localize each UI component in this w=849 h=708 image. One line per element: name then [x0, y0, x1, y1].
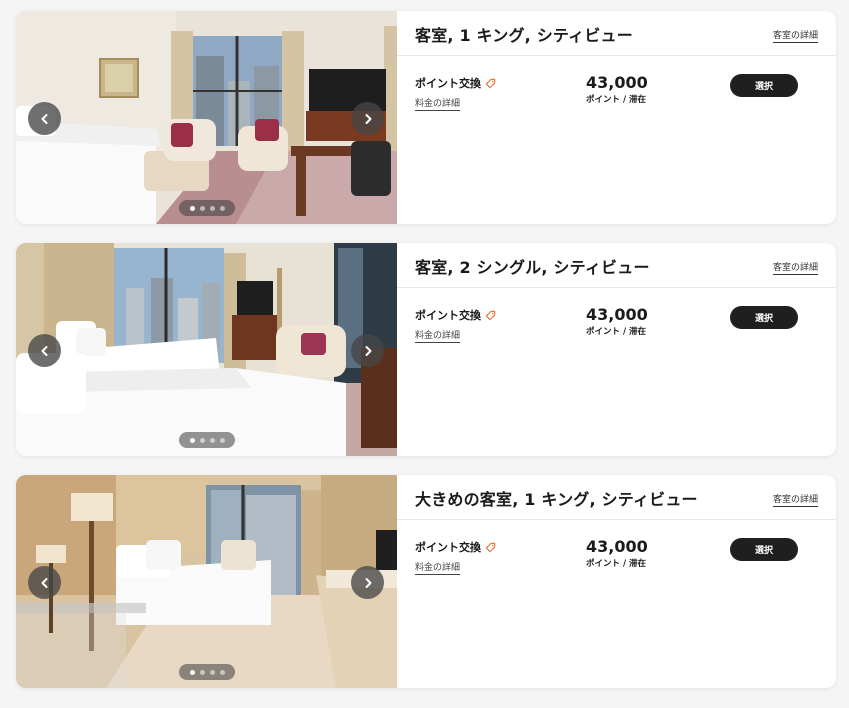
tag-icon — [485, 542, 496, 552]
room-info: 客室, 1 キング, シティビュー 客室の詳細 ポイント交換 料金の詳細 43,… — [397, 11, 836, 224]
tag-icon — [485, 310, 496, 320]
carousel-dot[interactable] — [209, 437, 215, 443]
rate-details-link[interactable]: 料金の詳細 — [415, 96, 461, 111]
chevron-right-icon — [365, 577, 371, 588]
divider — [397, 287, 836, 288]
carousel-dot[interactable] — [209, 205, 215, 211]
carousel-prev-button[interactable] — [28, 334, 61, 367]
room-photo — [16, 475, 397, 688]
carousel-dot[interactable] — [219, 205, 225, 211]
rate-label: ポイント交換 — [415, 541, 481, 554]
rate-name: ポイント交換 — [415, 539, 496, 555]
chevron-left-icon — [41, 345, 47, 356]
points-price: 43,000 — [586, 537, 648, 556]
room-title: 客室, 2 シングル, シティビュー — [415, 258, 650, 277]
divider — [397, 519, 836, 520]
chevron-right-icon — [365, 345, 371, 356]
chevron-right-icon — [365, 113, 371, 124]
rate-name: ポイント交換 — [415, 307, 496, 323]
carousel-dot[interactable] — [219, 437, 225, 443]
room-photo — [16, 243, 397, 456]
per-stay-label: ポイント / 滞在 — [586, 559, 647, 569]
carousel-dot[interactable] — [189, 205, 195, 211]
rate-details-link[interactable]: 料金の詳細 — [415, 560, 461, 575]
carousel-dot[interactable] — [199, 437, 205, 443]
room-title: 客室, 1 キング, シティビュー — [415, 26, 633, 45]
carousel-next-button[interactable] — [351, 102, 384, 135]
room-title: 大きめの客室, 1 キング, シティビュー — [415, 490, 698, 509]
carousel-dot[interactable] — [199, 205, 205, 211]
carousel-pagination — [179, 200, 235, 216]
room-photo-carousel[interactable] — [16, 475, 397, 688]
rate-label: ポイント交換 — [415, 309, 481, 322]
carousel-dot[interactable] — [219, 669, 225, 675]
select-button[interactable]: 選択 — [730, 74, 798, 97]
room-details-link[interactable]: 客室の詳細 — [772, 28, 818, 43]
select-button[interactable]: 選択 — [730, 306, 798, 329]
points-price: 43,000 — [586, 305, 648, 324]
room-info: 大きめの客室, 1 キング, シティビュー 客室の詳細 ポイント交換 料金の詳細… — [397, 475, 836, 688]
room-details-link[interactable]: 客室の詳細 — [772, 492, 818, 507]
carousel-prev-button[interactable] — [28, 566, 61, 599]
select-button[interactable]: 選択 — [730, 538, 798, 561]
room-card: 大きめの客室, 1 キング, シティビュー 客室の詳細 ポイント交換 料金の詳細… — [16, 475, 836, 688]
points-price: 43,000 — [586, 73, 648, 92]
carousel-pagination — [179, 432, 235, 448]
carousel-next-button[interactable] — [351, 334, 384, 367]
per-stay-label: ポイント / 滞在 — [586, 95, 647, 105]
carousel-dot[interactable] — [199, 669, 205, 675]
rate-details-link[interactable]: 料金の詳細 — [415, 328, 461, 343]
per-stay-label: ポイント / 滞在 — [586, 327, 647, 337]
room-photo-carousel[interactable] — [16, 11, 397, 224]
room-info: 客室, 2 シングル, シティビュー 客室の詳細 ポイント交換 料金の詳細 43… — [397, 243, 836, 456]
carousel-pagination — [179, 664, 235, 680]
room-card: 客室, 2 シングル, シティビュー 客室の詳細 ポイント交換 料金の詳細 43… — [16, 243, 836, 456]
divider — [397, 55, 836, 56]
room-card: 客室, 1 キング, シティビュー 客室の詳細 ポイント交換 料金の詳細 43,… — [16, 11, 836, 224]
chevron-left-icon — [41, 577, 47, 588]
rate-label: ポイント交換 — [415, 77, 481, 90]
carousel-dot[interactable] — [189, 669, 195, 675]
room-photo — [16, 11, 397, 224]
rate-name: ポイント交換 — [415, 75, 496, 91]
carousel-dot[interactable] — [189, 437, 195, 443]
tag-icon — [485, 78, 496, 88]
chevron-left-icon — [41, 113, 47, 124]
carousel-prev-button[interactable] — [28, 102, 61, 135]
carousel-dot[interactable] — [209, 669, 215, 675]
room-photo-carousel[interactable] — [16, 243, 397, 456]
room-details-link[interactable]: 客室の詳細 — [772, 260, 818, 275]
carousel-next-button[interactable] — [351, 566, 384, 599]
